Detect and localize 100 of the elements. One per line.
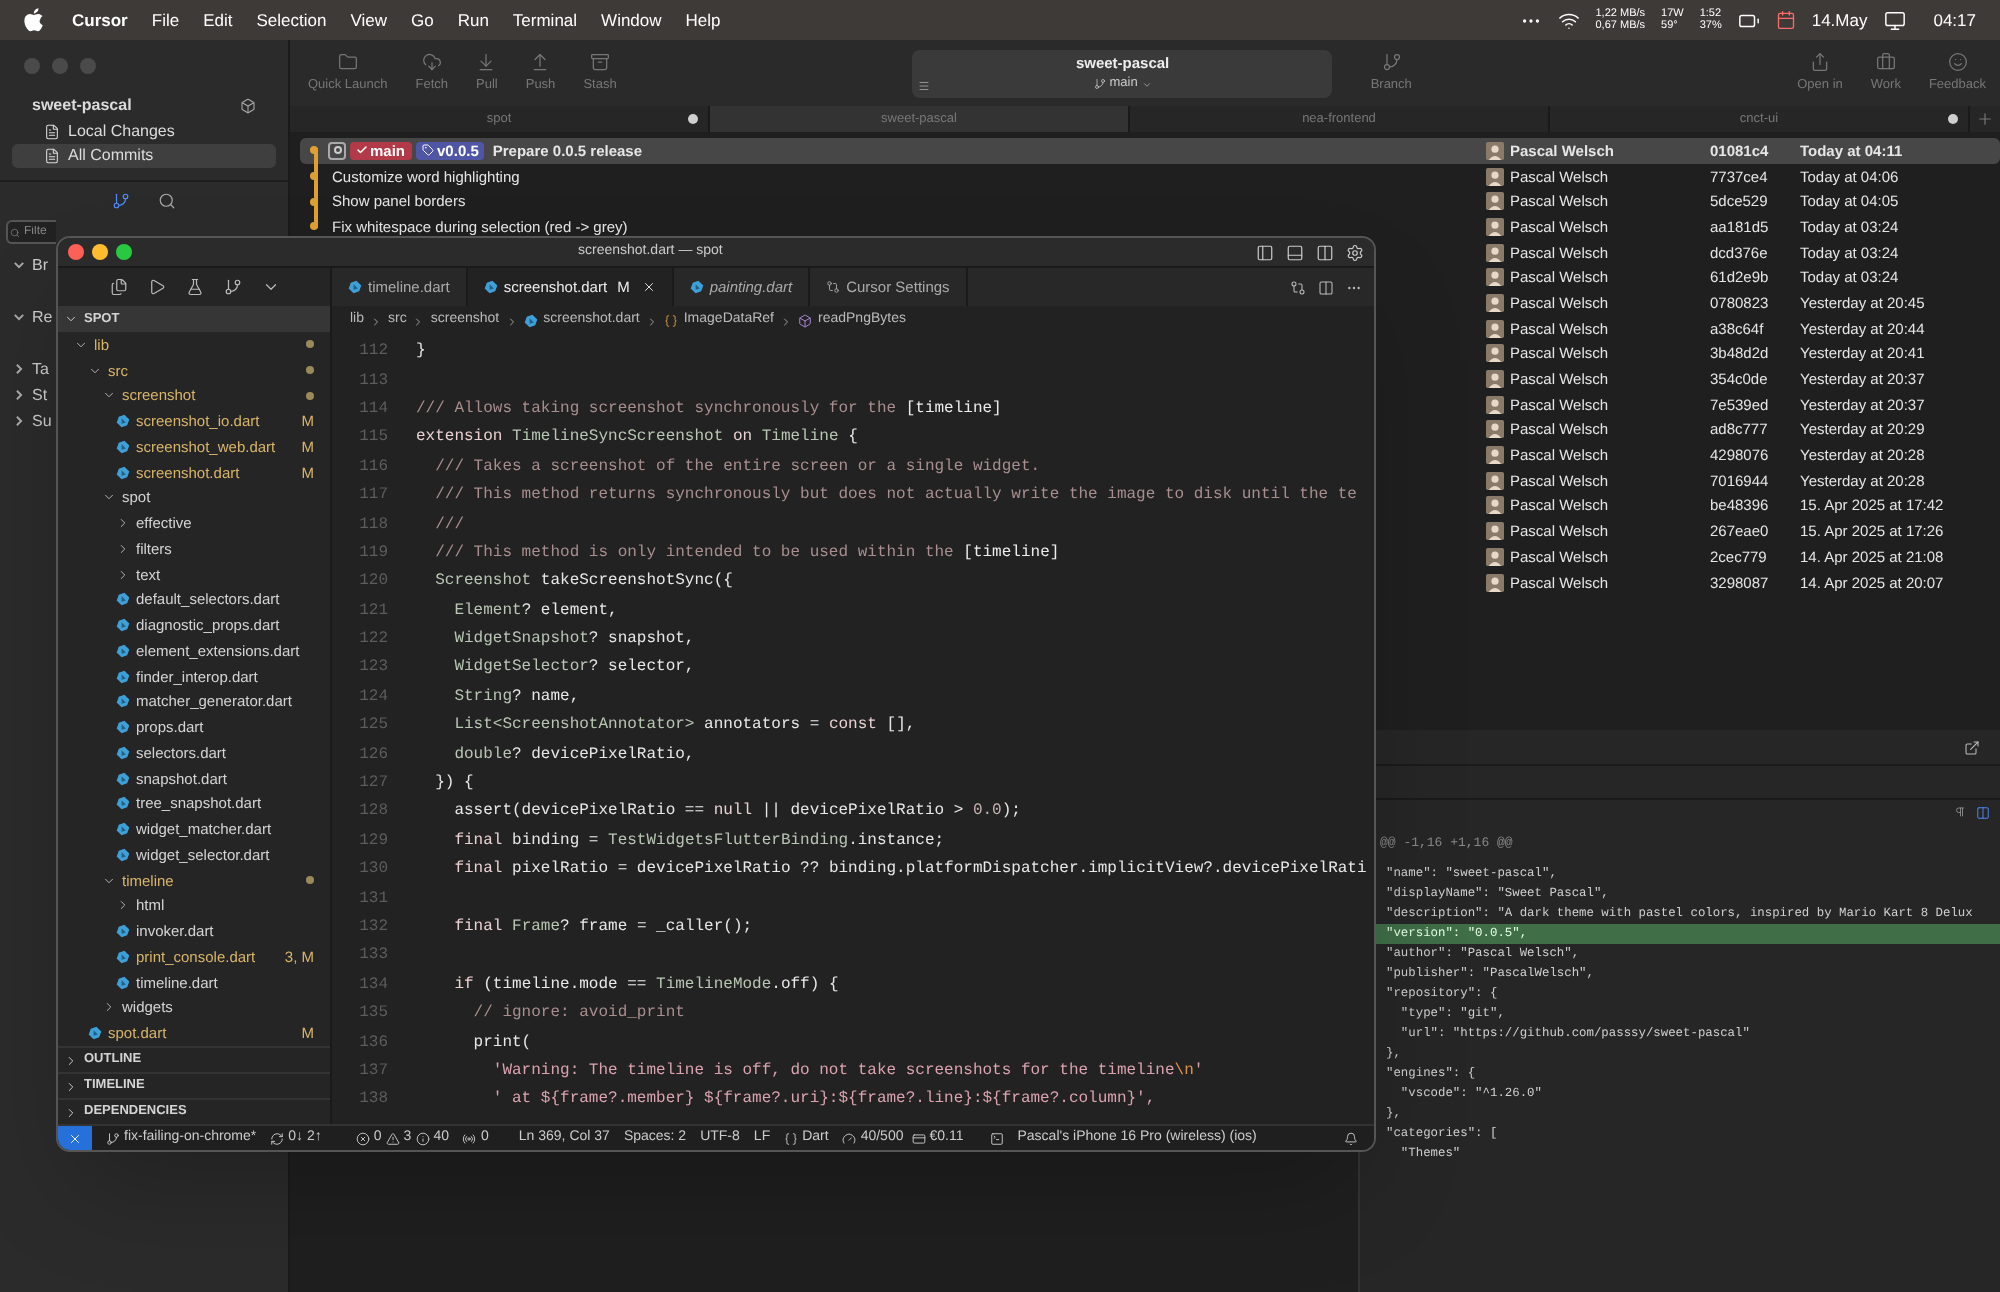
sidebar-item[interactable]: All Commits: [12, 144, 276, 168]
minimize-window-button[interactable]: [92, 244, 108, 260]
avatar-icon: [1486, 573, 1504, 592]
info-icon: [415, 1131, 430, 1145]
separator-icon: [645, 315, 658, 327]
dart-file-icon: [116, 796, 130, 811]
chevron-icon[interactable]: [12, 362, 26, 376]
sidebar-item[interactable]: Local Changes: [12, 120, 276, 144]
split-view-icon[interactable]: [1976, 805, 1990, 819]
antenna-icon: [462, 1131, 477, 1145]
battery-icon[interactable]: [1737, 9, 1760, 31]
sidebar-toggle-icon[interactable]: [1256, 243, 1274, 261]
zoom-window-button[interactable]: [116, 244, 132, 260]
error-icon: [355, 1131, 370, 1145]
menu-item[interactable]: Run: [457, 7, 489, 33]
separator-icon: [412, 315, 425, 327]
files-icon[interactable]: [109, 278, 127, 296]
terminal-icon[interactable]: [989, 1131, 1004, 1145]
menu-clock[interactable]: 04:17: [1933, 7, 1976, 33]
dart-file-icon: [116, 847, 130, 862]
line-number: 116: [357, 455, 390, 480]
run-icon[interactable]: [147, 278, 165, 296]
branch-icon[interactable]: [112, 192, 130, 210]
notification-icon[interactable]: [1344, 1131, 1358, 1145]
chevron-icon[interactable]: [12, 388, 26, 402]
chevron-icon[interactable]: [261, 278, 279, 296]
gauge-icon: [842, 1131, 857, 1145]
dart-file-icon: [116, 924, 130, 939]
avatar-icon: [1486, 420, 1504, 439]
branch-icon: [1381, 51, 1402, 72]
chevron-icon[interactable]: [12, 414, 26, 428]
line-number: 133: [357, 944, 390, 969]
display-icon[interactable]: [1883, 9, 1906, 31]
tree-item[interactable]: Br: [32, 253, 48, 277]
dart-file-icon: [116, 949, 130, 964]
tree-item[interactable]: Re: [32, 305, 53, 329]
wifi-icon[interactable]: [1557, 9, 1580, 31]
avatar-icon: [1486, 293, 1504, 312]
repository-icon: [240, 98, 256, 114]
chevron-icon[interactable]: [12, 310, 26, 324]
settings-icon[interactable]: [1346, 243, 1364, 261]
menu-item[interactable]: Selection: [256, 7, 327, 33]
app-menu[interactable]: Cursor: [72, 7, 128, 33]
code-line: Screenshot takeScreenshotSync({: [433, 570, 733, 595]
split-editor-icon[interactable]: [1318, 279, 1334, 295]
archive-icon: [590, 51, 610, 72]
menu-date[interactable]: 14.May: [1811, 7, 1868, 33]
external-link-icon[interactable]: [1964, 739, 1980, 755]
close-icon[interactable]: [641, 280, 656, 294]
avatar-icon: [1486, 395, 1504, 414]
settings-file-icon: [826, 280, 841, 294]
compare-icon[interactable]: [1290, 279, 1306, 295]
tree-item[interactable]: Su: [32, 409, 52, 433]
split-layout-icon[interactable]: [1316, 243, 1334, 261]
menu-item[interactable]: Help: [685, 7, 721, 33]
dart-file-icon: [116, 822, 130, 837]
sidebar-label: All Commits: [68, 144, 154, 168]
menu-item[interactable]: File: [151, 7, 180, 33]
panel-toggle-icon[interactable]: [1286, 243, 1304, 261]
share-icon: [1810, 51, 1830, 72]
source-control-icon[interactable]: [223, 278, 241, 296]
menu-item[interactable]: Edit: [203, 7, 233, 33]
warning-icon: [385, 1131, 400, 1145]
dart-file-icon: [348, 280, 362, 294]
separator-icon: [505, 315, 518, 327]
code-line: /// This method is only intended to be used within the [timeline]: [433, 541, 1060, 566]
line-number: 137: [357, 1059, 390, 1084]
chevron-icon[interactable]: [12, 258, 26, 272]
calendar-icon[interactable]: [1775, 10, 1796, 30]
tree-item[interactable]: Ta: [32, 357, 49, 381]
branch-icon: [1093, 78, 1106, 91]
close-window-button[interactable]: [68, 244, 84, 260]
apple-icon[interactable]: [24, 8, 44, 32]
arrow-up-icon: [530, 51, 551, 72]
line-number: 124: [357, 685, 390, 710]
avatar-icon: [1486, 446, 1504, 465]
code-line: List<ScreenshotAnnotator> annotators = const [],: [452, 714, 916, 739]
code-line: }) {: [433, 772, 474, 797]
dart-file-icon: [116, 771, 130, 786]
repository-name: sweet-pascal: [32, 94, 132, 118]
line-number: 136: [357, 1031, 390, 1056]
search-icon[interactable]: [158, 192, 176, 210]
code-line: 'Warning: The timeline is off, do not take screenshots for the timeline\n': [490, 1059, 1204, 1084]
method-icon: [798, 314, 812, 328]
sync-icon: [270, 1131, 285, 1145]
line-number: 112: [357, 340, 390, 365]
flask-icon[interactable]: [185, 278, 203, 296]
dart-file-icon: [88, 1026, 102, 1041]
menu-item[interactable]: Terminal: [512, 7, 578, 33]
code-line: // ignore: avoid_print: [471, 1002, 685, 1027]
dart-file-icon: [116, 439, 130, 454]
code-line: WidgetSelector? selector,: [452, 656, 695, 681]
menu-item[interactable]: Window: [601, 7, 662, 33]
dart-file-icon: [483, 280, 498, 294]
menu-item[interactable]: View: [350, 7, 387, 33]
tree-item[interactable]: St: [32, 383, 48, 407]
dart-file-icon: [116, 465, 130, 480]
menu-item[interactable]: Go: [410, 7, 434, 33]
pilcrow-icon[interactable]: [1954, 806, 1966, 818]
dart-file-icon: [116, 975, 130, 990]
